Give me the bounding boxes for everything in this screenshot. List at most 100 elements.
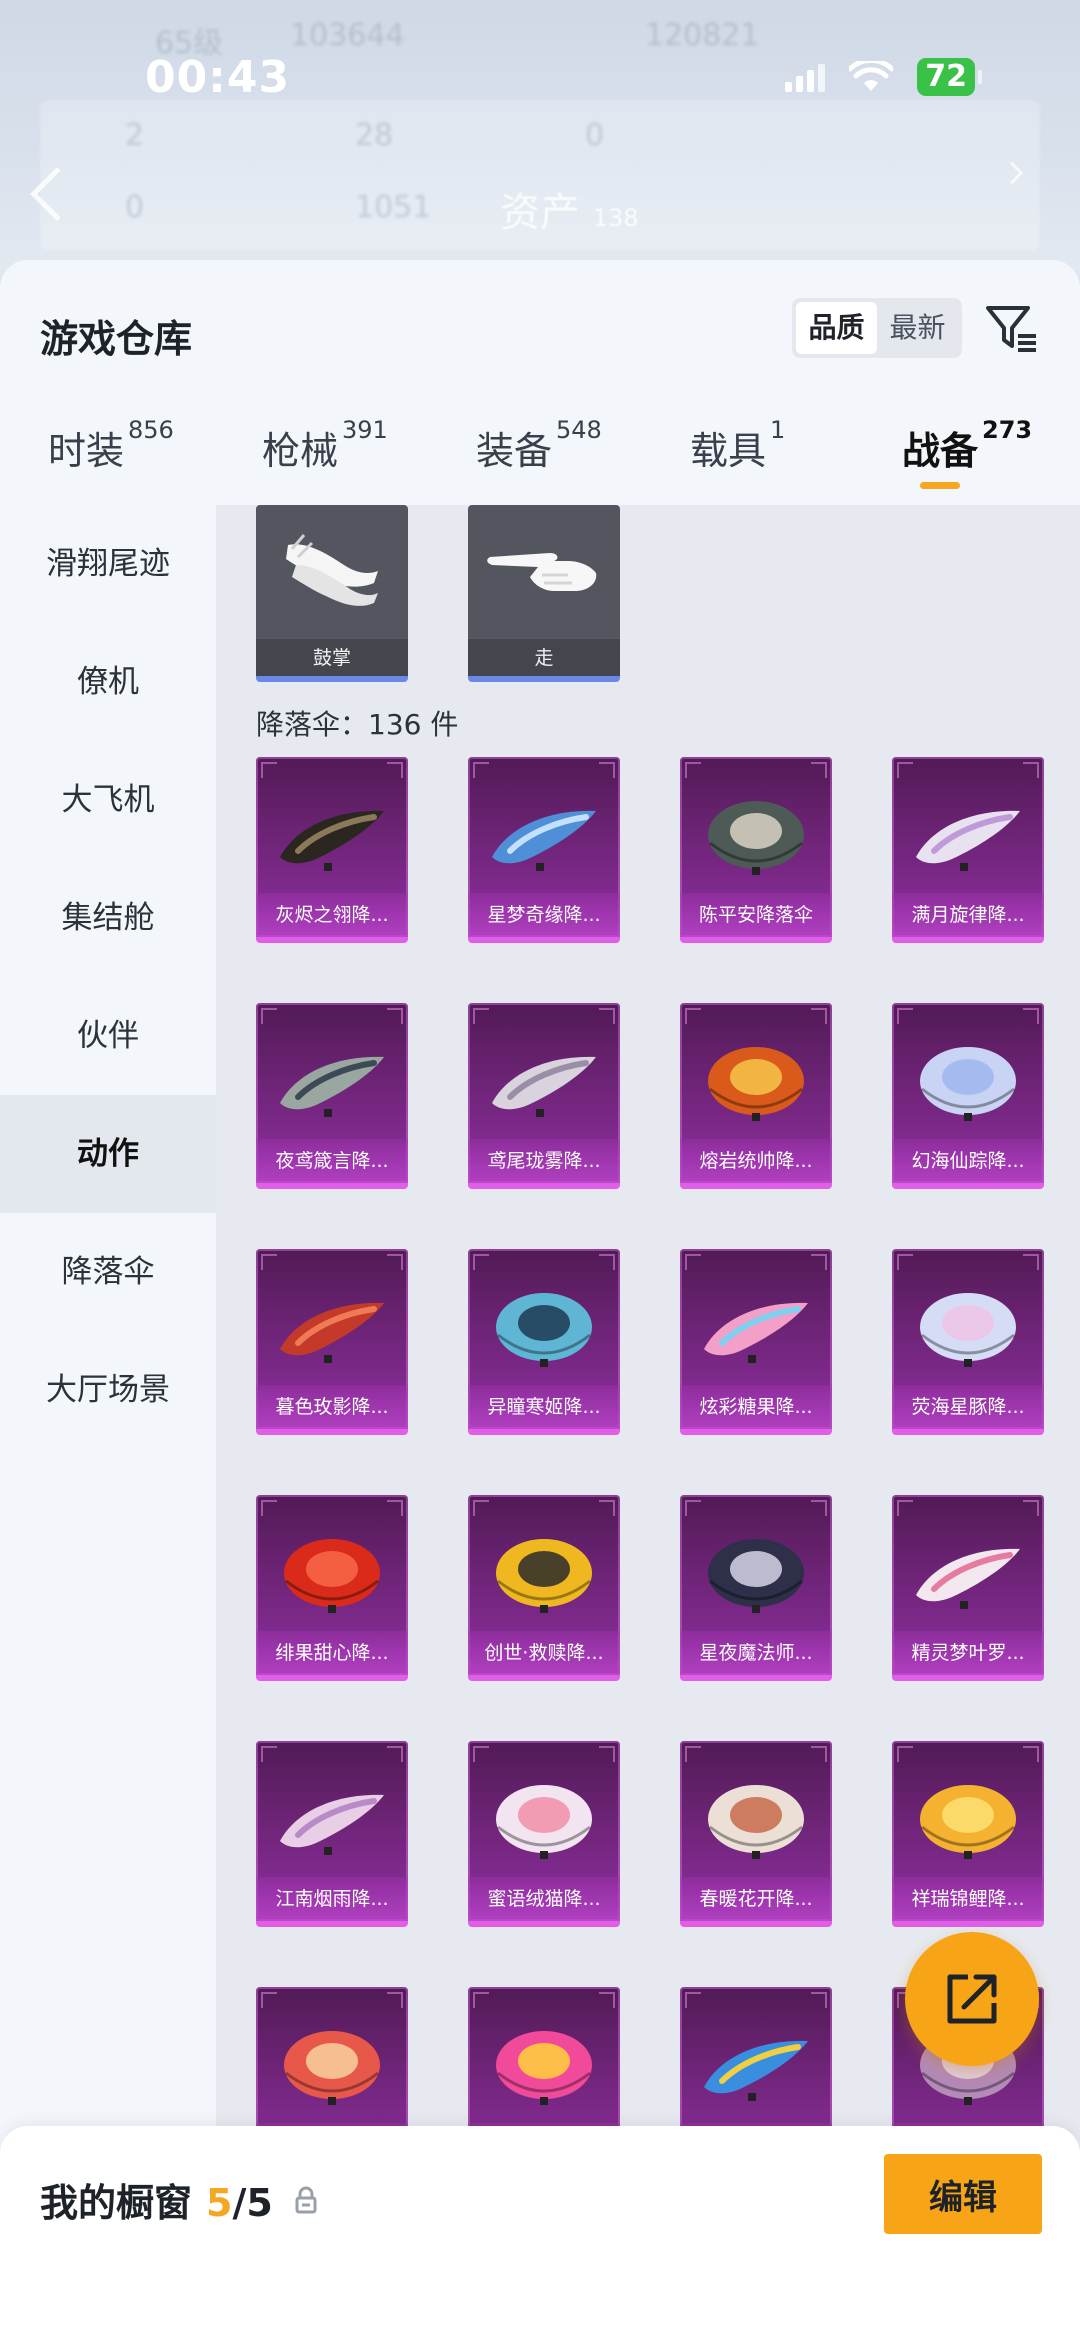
tab-fashion[interactable]: 时装 856	[48, 416, 174, 475]
parachute-icon	[284, 2031, 380, 2105]
parachute-icon	[280, 1056, 384, 1117]
parachute-icon	[708, 801, 804, 875]
sidebar-item-big-plane[interactable]: 大飞机	[0, 741, 216, 859]
tab-battle-gear[interactable]: 战备 273	[902, 416, 1032, 489]
card-corner-decoration	[1023, 1008, 1039, 1024]
card-corner-decoration	[897, 1008, 913, 1024]
card-corner-decoration	[599, 762, 615, 778]
parachute-name: 蜜语绒猫降...	[468, 1877, 620, 1921]
parachute-card[interactable]: 陈平安降落伞	[680, 757, 832, 943]
card-corner-decoration	[811, 1008, 827, 1024]
sidebar-item-wingman[interactable]: 僚机	[0, 623, 216, 741]
parachute-card[interactable]: 江南烟雨降...	[256, 1741, 408, 1927]
stat-2: 28	[355, 118, 394, 153]
parachute-card[interactable]: 星夜魔法师...	[680, 1495, 832, 1681]
parachute-name: 星梦奇缘降...	[468, 893, 620, 937]
parachute-card[interactable]: 幻海仙踪降...	[892, 1003, 1044, 1189]
parachute-icon	[496, 1293, 592, 1367]
item-grid-area: 鼓掌 走 降落伞：136 件 灰烬之翎降... 星梦奇缘降... 陈平安降落伞 满月旋…	[216, 505, 1080, 2347]
showcase-title: 我的橱窗 5/5	[40, 2172, 273, 2227]
card-corner-decoration	[1023, 1254, 1039, 1270]
card-corner-decoration	[261, 1992, 277, 2008]
parachute-card[interactable]: 绯果甜心降...	[256, 1495, 408, 1681]
parachute-name: 鸢尾珑雾降...	[468, 1139, 620, 1183]
warehouse-panel: 游戏仓库 品质 最新 时装 856 枪械 391 装备 548 载具 1 战备 273 滑…	[0, 260, 1080, 2347]
parachute-name: 创世·救赎降...	[468, 1631, 620, 1675]
sidebar-item-action[interactable]: 动作	[0, 1095, 216, 1213]
parachute-card[interactable]: 满月旋律降...	[892, 757, 1044, 943]
parachute-card[interactable]: 夜鸢箴言降...	[256, 1003, 408, 1189]
parachute-card[interactable]: 星梦奇缘降...	[468, 757, 620, 943]
sidebar-item-assembly-pod[interactable]: 集结舱	[0, 859, 216, 977]
parachute-name: 满月旋律降...	[892, 893, 1044, 937]
edit-button[interactable]: 编辑	[884, 2154, 1042, 2234]
card-corner-decoration	[473, 1746, 489, 1762]
sort-quality-button[interactable]: 品质	[796, 302, 877, 354]
card-corner-decoration	[599, 1008, 615, 1024]
wifi-icon	[847, 57, 895, 93]
action-card-walk[interactable]: 走	[468, 505, 620, 682]
parachute-card[interactable]: 荧海星豚降...	[892, 1249, 1044, 1435]
parachute-card[interactable]: 暮色玫影降...	[256, 1249, 408, 1435]
card-corner-decoration	[1023, 1500, 1039, 1516]
parachute-name: 春暖花开降...	[680, 1877, 832, 1921]
stat-3: 0	[585, 118, 605, 153]
card-corner-decoration	[811, 1746, 827, 1762]
filter-icon[interactable]	[984, 300, 1040, 356]
tab-guns[interactable]: 枪械 391	[262, 416, 388, 475]
card-corner-decoration	[685, 1254, 701, 1270]
sidebar-item-glide-trail[interactable]: 滑翔尾迹	[0, 505, 216, 623]
parachute-name: 绯果甜心降...	[256, 1631, 408, 1675]
parachute-card[interactable]: 鸢尾珑雾降...	[468, 1003, 620, 1189]
card-corner-decoration	[811, 1500, 827, 1516]
sidebar-item-companion[interactable]: 伙伴	[0, 977, 216, 1095]
card-corner-decoration	[261, 762, 277, 778]
parachute-icon	[280, 1302, 384, 1363]
parachute-icon	[920, 1785, 1016, 1859]
parachute-card[interactable]: 春暖花开降...	[680, 1741, 832, 1927]
parachute-card[interactable]: 灰烬之翎降...	[256, 757, 408, 943]
card-corner-decoration	[685, 1500, 701, 1516]
parachute-name: 祥瑞锦鲤降...	[892, 1877, 1044, 1921]
parachute-icon	[492, 1056, 596, 1117]
parachute-section-title: 降落伞：136 件	[256, 708, 459, 741]
sidebar-item-parachute[interactable]: 降落伞	[0, 1213, 216, 1331]
parachute-card[interactable]: 炫彩糖果降...	[680, 1249, 832, 1435]
card-corner-decoration	[387, 1746, 403, 1762]
parachute-card[interactable]: 异瞳寒姬降...	[468, 1249, 620, 1435]
parachute-icon	[920, 1047, 1016, 1121]
parachute-name: 幻海仙踪降...	[892, 1139, 1044, 1183]
action-card-clap[interactable]: 鼓掌	[256, 505, 408, 682]
parachute-name: 异瞳寒姬降...	[468, 1385, 620, 1429]
card-corner-decoration	[599, 1254, 615, 1270]
card-corner-decoration	[473, 762, 489, 778]
parachute-card[interactable]: 熔岩统帅降...	[680, 1003, 832, 1189]
card-corner-decoration	[897, 1746, 913, 1762]
clap-hands-icon	[286, 534, 378, 606]
sort-latest-button[interactable]: 最新	[877, 302, 958, 354]
showcase-bar: 我的橱窗 5/5 编辑	[0, 2126, 1080, 2347]
parachute-icon	[704, 2040, 808, 2101]
card-corner-decoration	[685, 1992, 701, 2008]
card-corner-decoration	[387, 1500, 403, 1516]
parachute-icon	[284, 1539, 380, 1613]
card-corner-decoration	[685, 762, 701, 778]
card-corner-decoration	[811, 1992, 827, 2008]
parachute-name: 荧海星豚降...	[892, 1385, 1044, 1429]
parachute-name: 精灵梦叶罗...	[892, 1631, 1044, 1675]
share-external-icon	[947, 1974, 997, 2024]
card-corner-decoration	[473, 1500, 489, 1516]
parachute-icon	[708, 1785, 804, 1859]
sidebar-item-lobby-scene[interactable]: 大厅场景	[0, 1331, 216, 1449]
tab-vehicles[interactable]: 载具 1	[690, 416, 785, 475]
parachute-card[interactable]: 祥瑞锦鲤降...	[892, 1741, 1044, 1927]
parachute-card[interactable]: 蜜语绒猫降...	[468, 1741, 620, 1927]
parachute-icon	[916, 1548, 1020, 1609]
parachute-icon	[280, 1794, 384, 1855]
tab-equipment[interactable]: 装备 548	[476, 416, 602, 475]
parachute-card[interactable]: 创世·救赎降...	[468, 1495, 620, 1681]
card-corner-decoration	[387, 1254, 403, 1270]
share-button[interactable]	[905, 1932, 1039, 2066]
stat-5: 1051	[355, 190, 432, 225]
parachute-card[interactable]: 精灵梦叶罗...	[892, 1495, 1044, 1681]
